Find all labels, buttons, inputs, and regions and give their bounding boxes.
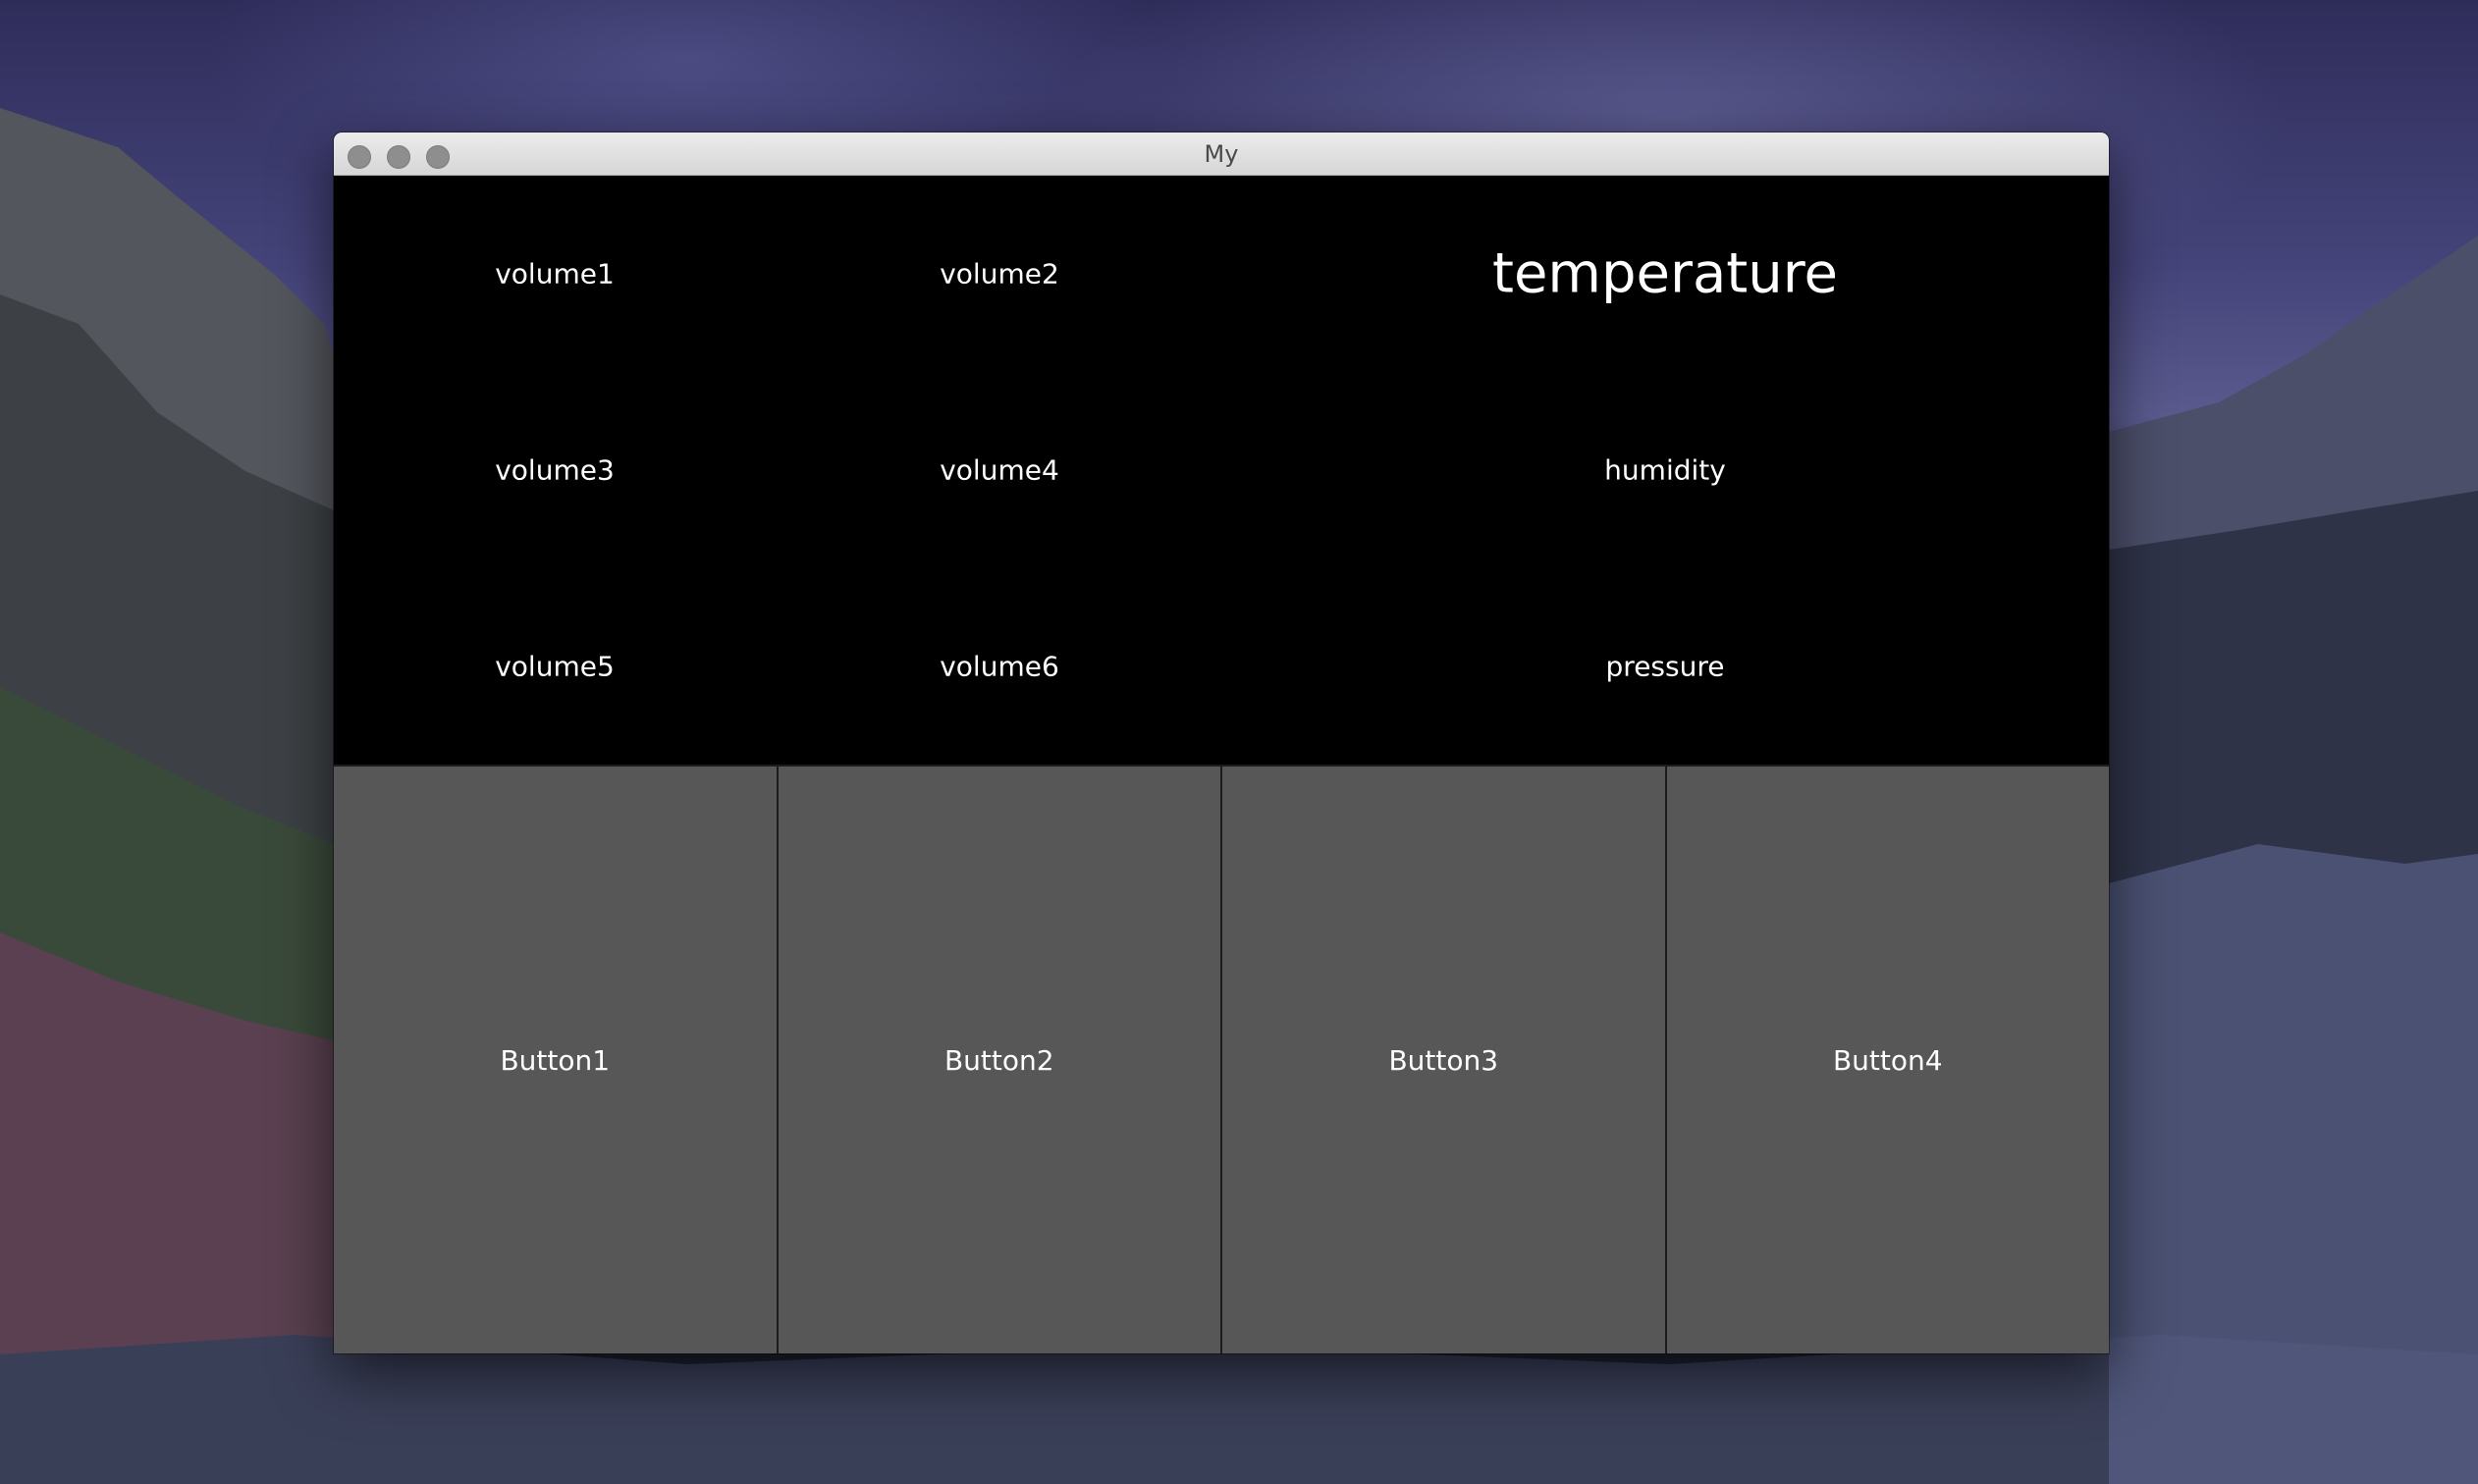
app-window: My volume1 volume3 volume5 volume2 volum… <box>334 132 2109 1353</box>
desktop-wallpaper: My volume1 volume3 volume5 volume2 volum… <box>0 0 2478 1484</box>
humidity-label: humidity <box>1604 453 1726 487</box>
title-bar[interactable]: My <box>334 132 2109 176</box>
window-title: My <box>1204 140 1239 168</box>
button-3[interactable]: Button3 <box>1222 765 1667 1353</box>
pressure-label: pressure <box>1605 650 1725 683</box>
volume6-label: volume6 <box>940 650 1059 683</box>
volume2-label: volume2 <box>940 257 1059 291</box>
volume1-label: volume1 <box>495 257 615 291</box>
volume5-label: volume5 <box>495 650 615 683</box>
temperature-label: temperature <box>1492 241 1838 306</box>
button-row: Button1 Button2 Button3 Button4 <box>334 765 2109 1353</box>
volume4-label: volume4 <box>940 453 1059 487</box>
button-2[interactable]: Button2 <box>778 765 1222 1353</box>
volume3-label: volume3 <box>495 453 615 487</box>
readings-panel: volume1 volume3 volume5 volume2 volume4 … <box>334 176 2109 1353</box>
button-4[interactable]: Button4 <box>1666 765 2109 1353</box>
button-1[interactable]: Button1 <box>334 765 779 1353</box>
